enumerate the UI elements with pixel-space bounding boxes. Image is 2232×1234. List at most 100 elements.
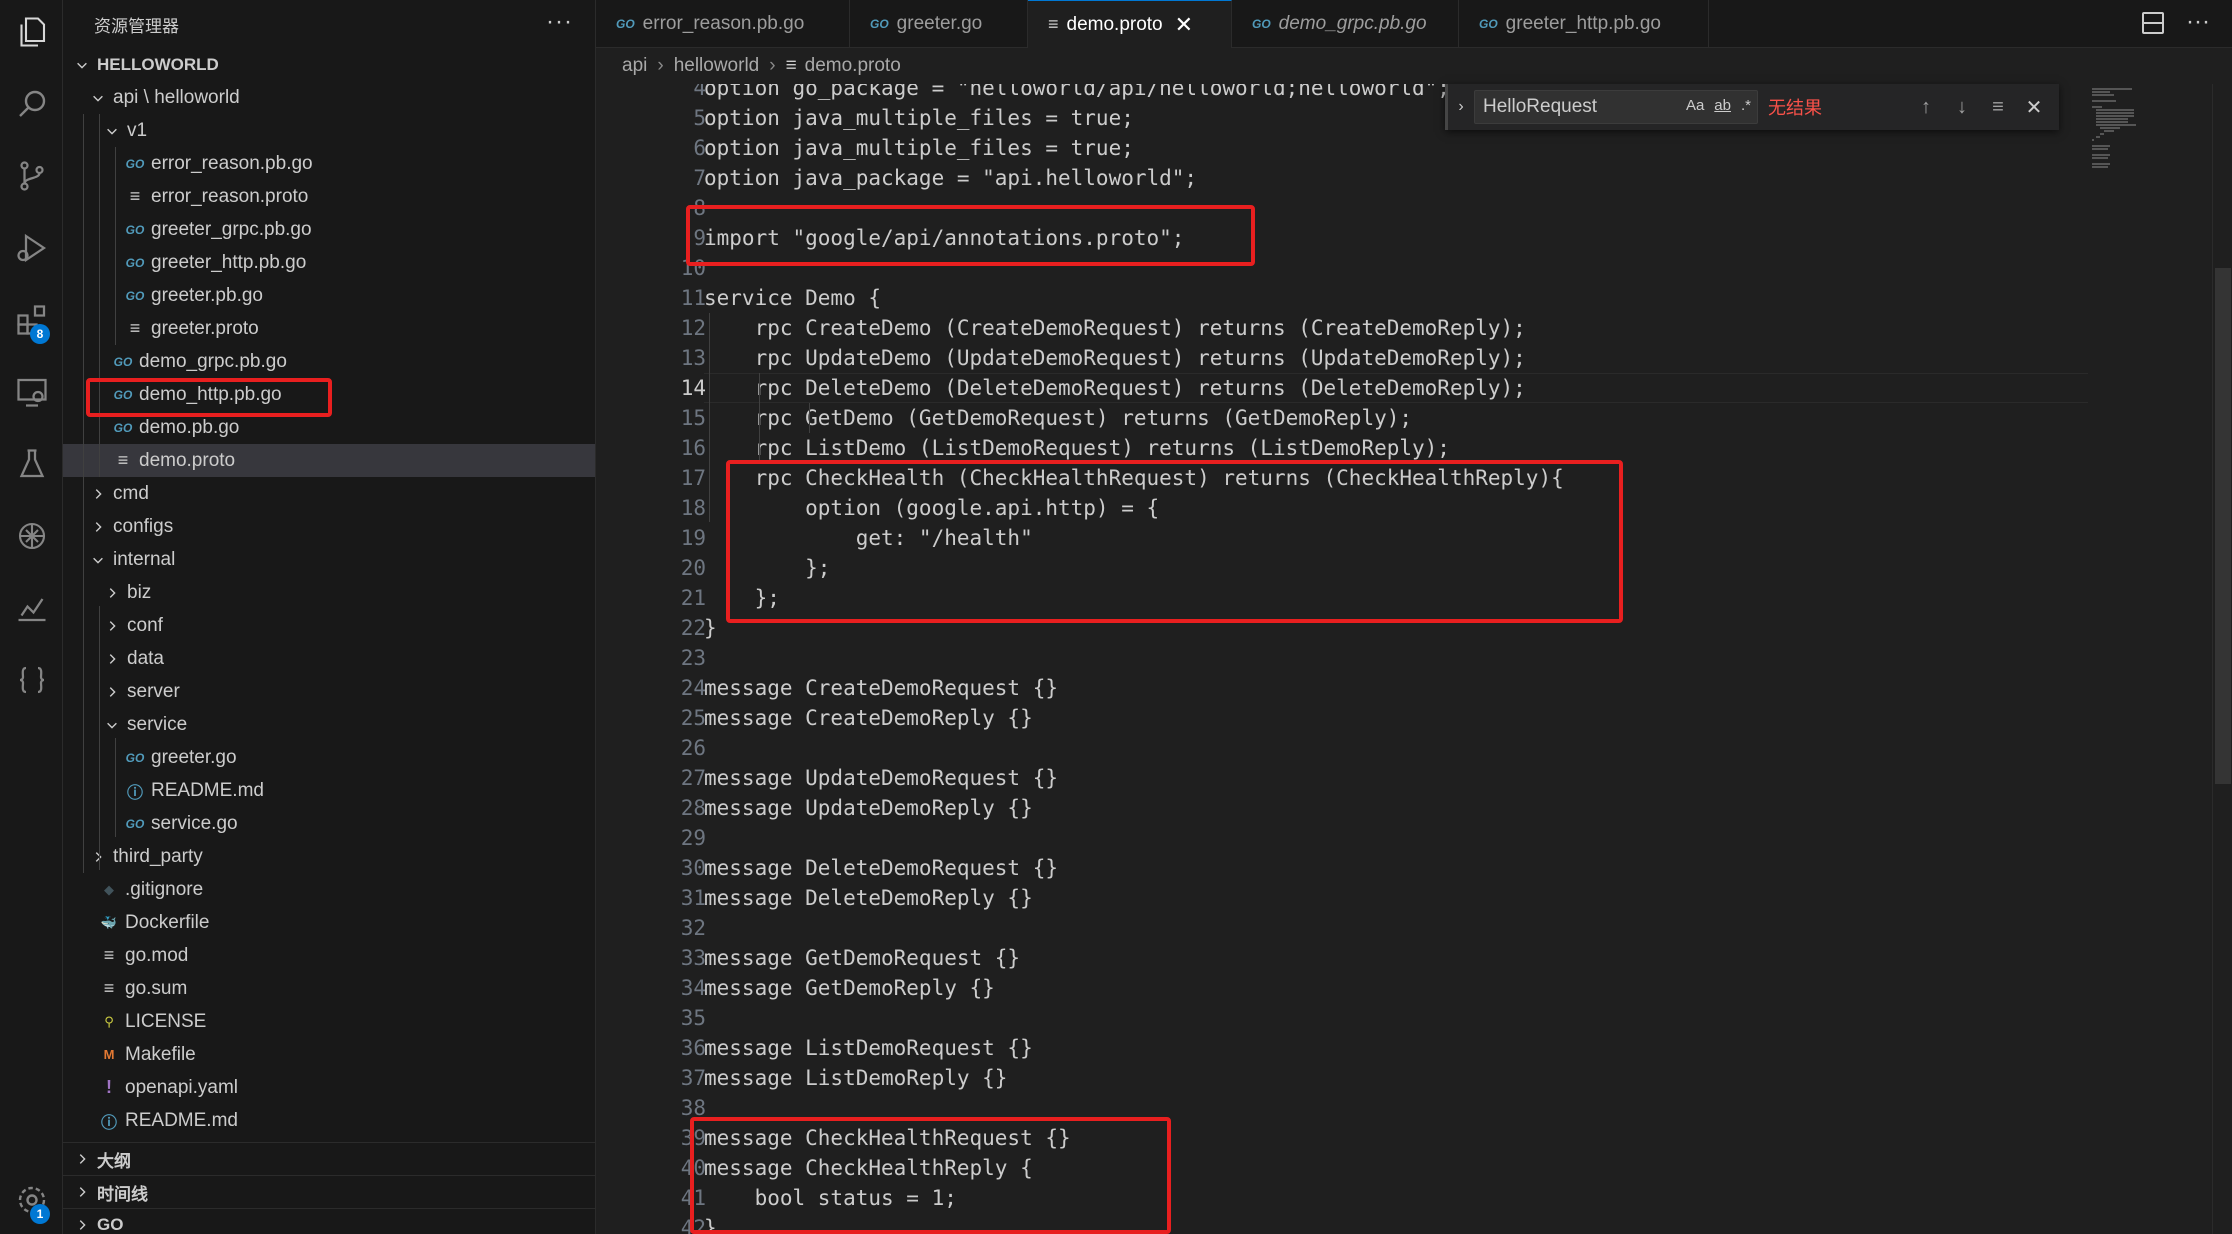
find-in-selection-icon[interactable]: ≡: [1980, 96, 2016, 119]
tree-folder[interactable]: HELLOWORLD: [63, 48, 595, 81]
match-case-icon[interactable]: Aa: [1686, 97, 1704, 114]
sidebar-section[interactable]: 时间线: [63, 1175, 595, 1208]
tree-file[interactable]: ≡ demo.proto: [63, 444, 595, 477]
breadcrumb-item[interactable]: helloworld: [674, 55, 760, 77]
toggle-replace-icon[interactable]: ›: [1448, 98, 1474, 116]
extensions-icon[interactable]: 8: [0, 290, 63, 350]
scrollbar-thumb[interactable]: [2215, 268, 2231, 784]
code-line: 6 option java_multiple_files = true;: [596, 133, 2096, 163]
tree-file[interactable]: M Makefile: [63, 1038, 595, 1071]
code-text: service Demo {: [704, 286, 882, 310]
remote-explorer-icon[interactable]: [0, 362, 63, 422]
line-number: 34: [680, 976, 706, 1000]
tree-file[interactable]: GO greeter_http.pb.go: [63, 246, 595, 279]
find-status: 无结果: [1768, 98, 1822, 118]
tree-folder[interactable]: server: [63, 675, 595, 708]
tree-file[interactable]: GO error_reason.pb.go: [63, 147, 595, 180]
tree-folder[interactable]: api \ helloworld: [63, 81, 595, 114]
tree-folder[interactable]: v1: [63, 114, 595, 147]
tree-file[interactable]: GO greeter.pb.go: [63, 279, 595, 312]
tree-file[interactable]: GO service.go: [63, 807, 595, 840]
find-input[interactable]: HelloRequest Aa ab .*: [1474, 90, 1758, 124]
explorer-icon[interactable]: [0, 2, 63, 62]
tree-file[interactable]: ≡ error_reason.proto: [63, 180, 595, 213]
tree-file[interactable]: ! openapi.yaml: [63, 1071, 595, 1104]
tree-file[interactable]: ≡ go.sum: [63, 972, 595, 1005]
minimap-line: [2092, 166, 2108, 168]
indent-guide: [99, 114, 100, 477]
tree-item-label: Makefile: [125, 1043, 196, 1065]
source-control-icon[interactable]: [0, 146, 63, 206]
chevron-right-icon: [103, 685, 121, 699]
go-file-icon: GO: [125, 222, 145, 237]
minimap-line: [2092, 154, 2110, 156]
sidebar-section[interactable]: GO: [63, 1208, 595, 1234]
breadcrumb-item[interactable]: api: [622, 55, 647, 77]
yaml-file-icon: !: [106, 1077, 112, 1097]
code-text: message UpdateDemoReply {}: [704, 796, 1033, 820]
tree-folder[interactable]: conf: [63, 609, 595, 642]
line-number: 15: [680, 406, 706, 430]
tree-folder[interactable]: data: [63, 642, 595, 675]
tree-file[interactable]: ◆ .gitignore: [63, 873, 595, 906]
line-number: 27: [680, 766, 706, 790]
tree-folder[interactable]: biz: [63, 576, 595, 609]
code-line: 7 option java_package = "api.helloworld";: [596, 163, 2096, 193]
code-text: rpc GetDemo (GetDemoRequest) returns (Ge…: [704, 406, 1413, 430]
timeline-chart-icon[interactable]: [0, 578, 63, 638]
code-line: 27 message UpdateDemoRequest {}: [596, 763, 2096, 793]
tab-more-button[interactable]: ···: [2186, 8, 2210, 36]
editor-tab[interactable]: ≡ demo.proto ✕: [1028, 0, 1232, 48]
manage-gear-icon[interactable]: 1: [0, 1170, 63, 1230]
go-file-icon: GO: [113, 420, 133, 435]
previous-match-icon[interactable]: ↑: [1908, 96, 1944, 119]
tree-folder[interactable]: configs: [63, 510, 595, 543]
tree-file[interactable]: ≡ go.mod: [63, 939, 595, 972]
close-find-icon[interactable]: ✕: [2016, 95, 2052, 120]
chevron-right-icon: [103, 619, 121, 633]
use-regex-icon[interactable]: .*: [1741, 97, 1751, 114]
editor-scrollbar[interactable]: [2212, 84, 2232, 1234]
git-file-icon: ◆: [104, 881, 114, 897]
tree-file[interactable]: ≡ greeter.proto: [63, 312, 595, 345]
editor-tab[interactable]: GO greeter.go: [850, 0, 1028, 48]
find-widget: › HelloRequest Aa ab .* 无结果 ↑ ↓ ≡ ✕: [1445, 84, 2059, 130]
split-editor-icon[interactable]: [2142, 12, 2164, 34]
explorer-more-button[interactable]: ···: [546, 8, 573, 36]
tree-folder[interactable]: service: [63, 708, 595, 741]
sidebar-section[interactable]: 大纲: [63, 1142, 595, 1175]
minimap-line: [2092, 100, 2116, 102]
line-number: 26: [680, 736, 706, 760]
annotation-box-import: [686, 205, 1255, 266]
match-whole-word-icon[interactable]: ab: [1714, 97, 1731, 114]
close-tab-icon[interactable]: ✕: [1175, 12, 1193, 38]
tree-file[interactable]: ⓘ README.md: [63, 1104, 595, 1137]
editor-tab[interactable]: GO greeter_http.pb.go: [1459, 0, 1709, 48]
chatgpt-icon[interactable]: [0, 506, 63, 566]
tree-item-label: go.mod: [125, 944, 189, 966]
tree-folder[interactable]: third_party: [63, 840, 595, 873]
minimap[interactable]: [2092, 84, 2212, 174]
tree-folder[interactable]: internal: [63, 543, 595, 576]
code-text: option java_multiple_files = true;: [704, 136, 1134, 160]
run-debug-icon[interactable]: [0, 218, 63, 278]
json-braces-icon[interactable]: [0, 650, 63, 710]
tree-file[interactable]: GO greeter.go: [63, 741, 595, 774]
tree-file[interactable]: 🐳 Dockerfile: [63, 906, 595, 939]
next-match-icon[interactable]: ↓: [1944, 96, 1980, 119]
tree-item-label: api \ helloworld: [113, 86, 240, 108]
testing-icon[interactable]: [0, 434, 63, 494]
tree-file[interactable]: GO greeter_grpc.pb.go: [63, 213, 595, 246]
tree-file[interactable]: GO demo_grpc.pb.go: [63, 345, 595, 378]
tree-file[interactable]: ⚲ LICENSE: [63, 1005, 595, 1038]
tree-folder[interactable]: cmd: [63, 477, 595, 510]
section-label: 大纲: [97, 1151, 131, 1171]
editor-tab[interactable]: GO error_reason.pb.go: [596, 0, 850, 48]
breadcrumb-item[interactable]: demo.proto: [805, 55, 901, 77]
search-icon[interactable]: [0, 74, 63, 134]
go-file-icon: GO: [1252, 17, 1271, 31]
editor-tab[interactable]: GO demo_grpc.pb.go: [1232, 0, 1459, 48]
tree-file[interactable]: ⓘ README.md: [63, 774, 595, 807]
line-number: 7: [693, 166, 706, 190]
indent-guide: [759, 373, 760, 463]
